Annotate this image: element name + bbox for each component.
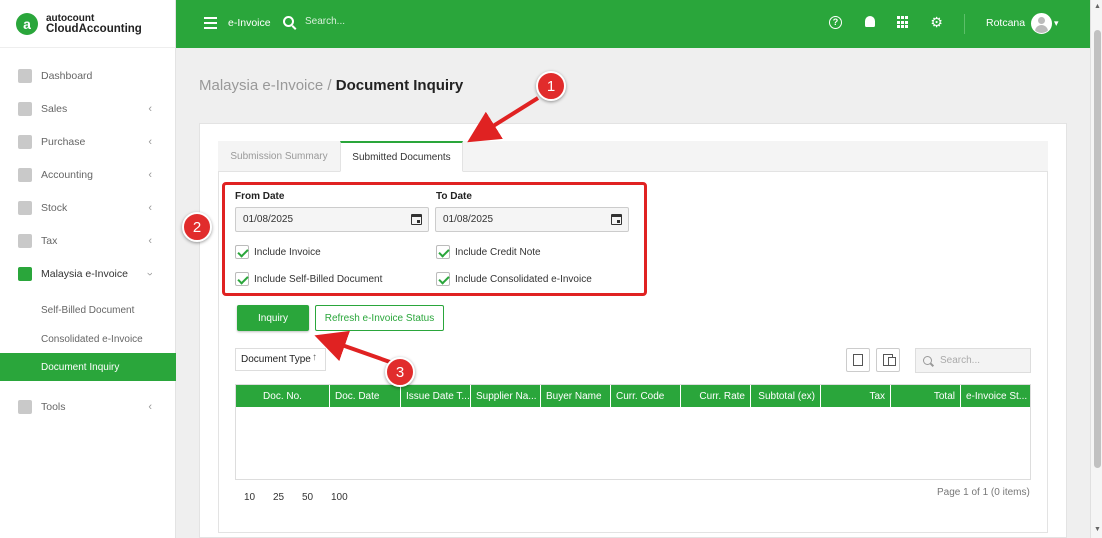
annotation-badge-1: 1 [536,71,566,101]
sidebar-item-tools[interactable]: Tools ‹ [0,390,176,423]
sidebar: a autocount CloudAccounting Dashboard Sa… [0,0,176,538]
annotation-highlight-box [222,182,647,296]
tab-submitted-documents[interactable]: Submitted Documents [340,141,463,172]
annotation-badge-2: 2 [182,212,212,242]
page-size-25[interactable]: 25 [273,492,284,503]
grid-search-input[interactable]: Search... [915,348,1031,373]
global-search-input[interactable]: Search... [305,16,345,27]
page-size-50[interactable]: 50 [302,492,313,503]
table-header: Doc. No. Doc. Date Issue Date T... Suppl… [236,385,1030,407]
brand-line1: autocount [46,12,95,24]
sidebar-item-purchase[interactable]: Purchase ‹ [0,125,176,158]
chevron-left-icon: ‹ [148,102,152,115]
chevron-left-icon: ‹ [148,168,152,181]
scroll-down-arrow-icon[interactable]: ▼ [1094,526,1101,533]
chevron-down-icon: ‹ [144,271,157,276]
sidebar-item-label: Accounting [41,168,93,181]
tax-icon [18,233,32,248]
chevron-left-icon: ‹ [148,201,152,214]
divider [964,14,965,34]
brand-line2: CloudAccounting [46,22,142,35]
page-size-100[interactable]: 100 [331,492,348,503]
dashboard-icon [18,68,32,83]
sidebar-item-label: Tools [41,400,66,413]
chevron-left-icon: ‹ [148,234,152,247]
sidebar-item-stock[interactable]: Stock ‹ [0,191,176,224]
page-title: Document Inquiry [335,77,464,94]
column-header-doc-no[interactable]: Doc. No. [236,385,330,407]
sidebar-subitem-self-billed[interactable]: Self-Billed Document [0,296,176,324]
grid-search-placeholder: Search... [940,355,981,366]
column-header-einvoice-status[interactable]: e-Invoice St... [961,385,1030,407]
column-header-buyer-name[interactable]: Buyer Name [541,385,611,407]
sidebar-item-accounting[interactable]: Accounting ‹ [0,158,176,191]
sort-ascending-icon[interactable]: ↑ [312,352,317,363]
sidebar-item-sales[interactable]: Sales ‹ [0,92,176,125]
column-chooser-button[interactable] [876,348,900,372]
einvoice-icon [18,266,32,281]
group-by-document-type[interactable]: Document Type ↑ [235,348,326,371]
tab-bar: Submission Summary Submitted Documents [218,141,1048,172]
accounting-icon [18,167,32,182]
sidebar-item-label: Malaysia e-Invoice [41,267,128,280]
column-header-doc-date[interactable]: Doc. Date [330,385,401,407]
sidebar-item-malaysia-einvoice[interactable]: Malaysia e-Invoice ‹ [0,257,176,290]
purchase-icon [18,134,32,149]
sidebar-subitem-document-inquiry[interactable]: Document Inquiry [0,353,176,381]
annotation-badge-3: 3 [385,357,415,387]
sidebar-item-label: Tax [41,234,58,247]
page-info: Page 1 of 1 (0 items) [937,487,1030,498]
sales-icon [18,101,32,116]
refresh-einvoice-status-button[interactable]: Refresh e-Invoice Status [315,305,444,331]
scrollbar-thumb[interactable] [1094,30,1101,468]
documents-table: Doc. No. Doc. Date Issue Date T... Suppl… [235,384,1031,480]
sidebar-item-label: Stock [41,201,68,214]
column-header-supplier-name[interactable]: Supplier Na... [471,385,541,407]
hamburger-menu-icon[interactable] [204,17,217,32]
user-name[interactable]: Rotcana [986,17,1025,29]
apps-grid-icon[interactable] [897,16,908,29]
tab-submission-summary[interactable]: Submission Summary [218,141,340,172]
sidebar-item-dashboard[interactable]: Dashboard [0,59,176,92]
chevron-left-icon: ‹ [148,400,152,413]
scroll-up-arrow-icon[interactable]: ▲ [1094,3,1101,10]
gear-icon[interactable]: ⚙ [930,15,943,29]
export-excel-button[interactable] [846,348,870,372]
column-header-curr-code[interactable]: Curr. Code [611,385,681,407]
column-header-total[interactable]: Total [891,385,961,407]
column-header-curr-rate[interactable]: Curr. Rate [681,385,751,407]
stock-icon [18,200,32,215]
autocount-logo: a [16,12,38,35]
breadcrumb-parent[interactable]: Malaysia e-Invoice [199,77,323,94]
search-icon[interactable] [283,16,294,27]
wrench-icon [18,399,32,414]
sidebar-item-label: Purchase [41,135,86,148]
topbar-title: e-Invoice [228,17,271,29]
breadcrumb-separator: / [327,77,332,94]
column-header-subtotal[interactable]: Subtotal (ex) [751,385,821,407]
breadcrumb: Malaysia e-Invoice / Document Inquiry [199,77,463,94]
sidebar-item-label: Sales [41,102,68,115]
sidebar-item-label: Dashboard [41,69,93,82]
search-icon [923,356,932,365]
column-header-issue-date[interactable]: Issue Date T... [401,385,471,407]
column-header-tax[interactable]: Tax [821,385,891,407]
group-by-label: Document Type [241,354,311,365]
export-excel-icon [853,354,863,366]
brand[interactable]: a autocount CloudAccounting [0,0,175,48]
bell-icon[interactable] [865,16,875,27]
page-scrollbar[interactable]: ▲ ▼ [1090,0,1102,538]
chevron-down-icon[interactable]: ▾ [1054,18,1059,29]
sidebar-item-tax[interactable]: Tax ‹ [0,224,176,257]
chevron-left-icon: ‹ [148,135,152,148]
sidebar-subitem-consolidated[interactable]: Consolidated e-Invoice [0,325,176,353]
page-size-10[interactable]: 10 [244,492,255,503]
topbar: e-Invoice Search... ? ⚙ Rotcana ▾ [176,0,1090,48]
help-icon[interactable]: ? [829,16,842,29]
inquiry-button[interactable]: Inquiry [237,305,309,331]
avatar[interactable] [1031,13,1052,34]
